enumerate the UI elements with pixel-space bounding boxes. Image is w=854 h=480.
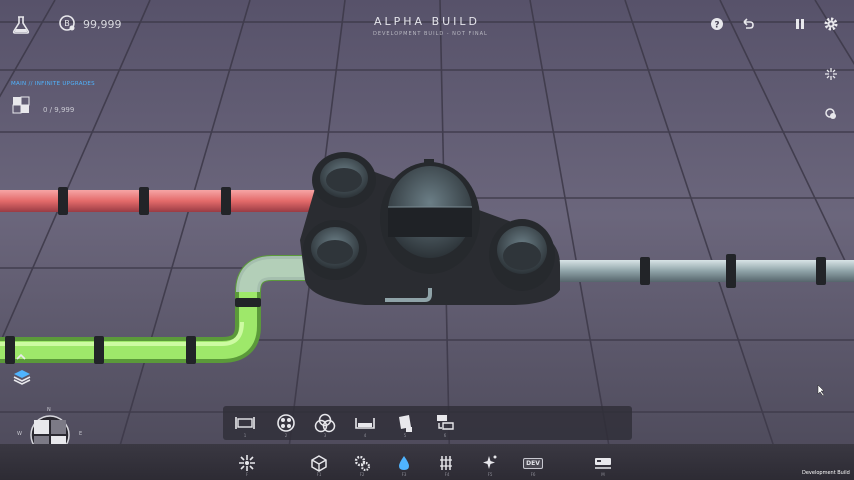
compass-north: N — [47, 407, 51, 413]
flask-icon[interactable] — [10, 14, 32, 36]
trains-icon — [440, 456, 452, 470]
category-key: F — [245, 472, 249, 477]
toolbar-key: 6 — [443, 433, 447, 438]
pause-icon[interactable] — [792, 16, 808, 32]
toolbar-slot-painter[interactable]: 5 — [392, 410, 418, 438]
toolbar-slot-cutter[interactable]: 3 — [312, 410, 338, 438]
layers-icon[interactable] — [11, 367, 33, 387]
category-dev[interactable]: DEV F6 — [520, 450, 546, 477]
fluid-icon — [399, 456, 409, 470]
category-key: F3 — [401, 472, 407, 477]
upgrades-label: MAIN // INFINITE UPGRADES — [11, 81, 95, 87]
toolbar-key: 2 — [284, 433, 288, 438]
category-key: F5 — [487, 472, 493, 477]
build-title: ALPHA BUILD — [374, 15, 481, 28]
gear-icon[interactable] — [822, 15, 840, 33]
building-toolbar: 1 2 3 4 5 6 — [223, 406, 632, 440]
balancer-icon — [277, 414, 295, 432]
undo-icon[interactable] — [740, 16, 756, 32]
sparkle-icon — [483, 455, 497, 469]
conveyor-icon — [235, 417, 255, 429]
toolbar-key: 1 — [243, 433, 247, 438]
category-key: F1 — [316, 472, 322, 477]
category-key: M — [601, 472, 605, 477]
toolbar-slot-conveyor[interactable]: 1 — [232, 410, 258, 438]
build-subtitle: DEVELOPMENT BUILD - NOT FINAL — [373, 31, 488, 37]
svg-text:?: ? — [714, 21, 719, 31]
category-key: F4 — [444, 472, 450, 477]
gears-icon — [354, 455, 371, 472]
bottom-category-bar: F F1 F2 F3 F4 F5 DEV F6 M — [0, 444, 854, 480]
map-pin-icon[interactable] — [823, 106, 839, 122]
hub-icon — [239, 455, 255, 471]
tank-right[interactable] — [489, 219, 555, 291]
compass-east: E — [79, 431, 83, 437]
toolbar-slot-balancer[interactable]: 2 — [273, 410, 299, 438]
red-pipe[interactable] — [0, 187, 318, 215]
category-key: F2 — [359, 472, 365, 477]
toolbar-key: 4 — [363, 433, 367, 438]
cutter-icon — [314, 413, 336, 433]
category-hub[interactable]: F — [234, 450, 260, 477]
upgrades-count: 0 / 9,999 — [43, 106, 75, 114]
help-icon[interactable]: ? — [709, 16, 725, 32]
shape-goal-icon[interactable] — [11, 95, 31, 115]
toolbar-slot-stacker[interactable]: 6 — [432, 410, 458, 438]
tank-top-left[interactable] — [312, 152, 376, 208]
compass-west: W — [17, 431, 22, 437]
category-trains[interactable]: F4 — [434, 450, 460, 477]
stacker-icon — [437, 415, 454, 430]
chevron-up-icon[interactable] — [14, 352, 28, 362]
category-fluid[interactable]: F3 — [391, 450, 417, 477]
dev-icon: DEV — [523, 457, 543, 469]
development-build-label: Development Build — [802, 470, 850, 476]
currency-value: 99,999 — [83, 18, 122, 31]
svg-text:B: B — [64, 19, 70, 28]
coin-icon: B — [58, 14, 76, 32]
shapes-icon — [311, 455, 327, 472]
painter-icon — [399, 415, 412, 432]
sparkle-icon[interactable] — [823, 66, 839, 82]
trash-icon — [355, 418, 375, 429]
category-gears[interactable]: F2 — [349, 450, 375, 477]
category-key: F6 — [530, 472, 536, 477]
toolbar-key: 3 — [323, 433, 327, 438]
category-sparkle[interactable]: F5 — [477, 450, 503, 477]
category-train[interactable]: M — [590, 450, 616, 477]
toolbar-slot-trash[interactable]: 4 — [352, 410, 378, 438]
toolbar-key: 5 — [403, 433, 407, 438]
tank-bottom-left[interactable] — [303, 220, 367, 280]
category-shapes[interactable]: F1 — [306, 450, 332, 477]
train-icon — [595, 458, 611, 469]
